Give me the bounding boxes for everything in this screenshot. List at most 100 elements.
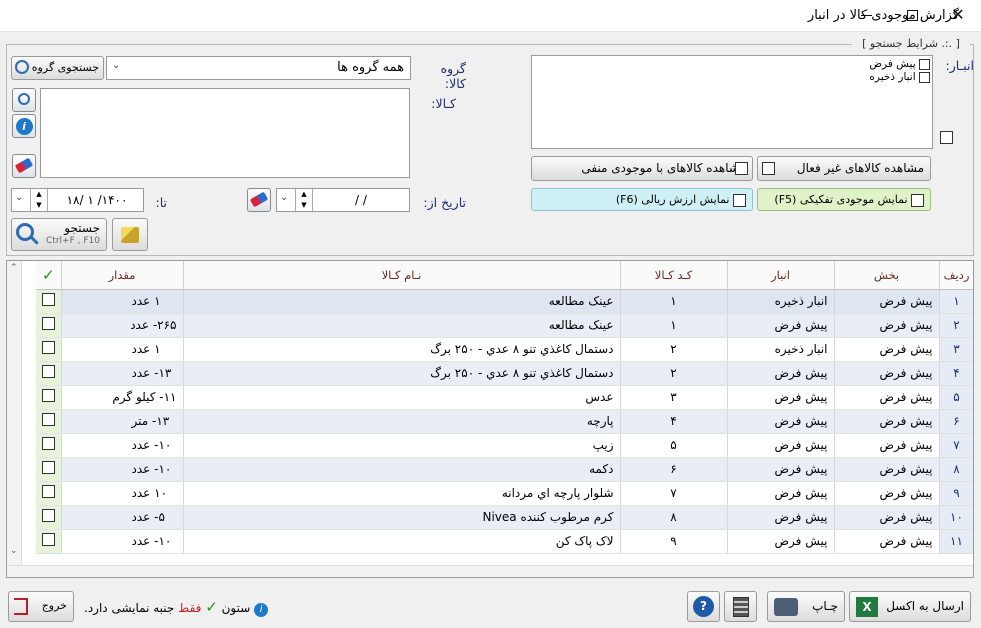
warehouse-item[interactable]: انبار ذخيره (869, 71, 930, 84)
separate-stock-checkbox[interactable] (911, 193, 924, 207)
table-row[interactable]: ۱۰- عدد لاک پاک کن ۹ پیش فرض پیش فرض ۱۱ (36, 529, 973, 554)
vertical-scrollbar[interactable]: ⌃ ⌄ (7, 261, 22, 577)
table-row[interactable]: ۱۱- کيلو گرم عدس ۳ پیش فرض پیش فرض ۵ (36, 385, 973, 410)
print-button[interactable]: چـاپ (767, 591, 845, 622)
cell-quantity: ۱۰- عدد (61, 529, 184, 554)
search-shortcut-label: Ctrl+F , F10 (46, 236, 100, 246)
row-check-box[interactable] (41, 317, 55, 330)
col-section[interactable]: بخش (834, 261, 940, 290)
row-check-box[interactable] (41, 365, 55, 378)
row-checkbox[interactable] (36, 361, 62, 386)
separate-stock-option[interactable]: نمایش موجودی تفکیکی (F5) (757, 188, 931, 211)
show-negative-checkbox[interactable] (735, 162, 748, 175)
row-checkbox[interactable] (36, 409, 62, 434)
exit-label: خروج (41, 599, 67, 612)
table-row[interactable]: ۲۶۵- عدد عينک مطالعه ۱ پیش فرض پیش فرض ۲ (36, 313, 973, 338)
calculator-button[interactable] (724, 591, 757, 622)
product-list[interactable] (40, 88, 410, 178)
row-check-box[interactable] (41, 293, 55, 306)
cell-name: پارچه (183, 409, 621, 434)
product-clear-button[interactable] (12, 154, 36, 178)
scroll-down-icon[interactable]: ⌄ (10, 546, 18, 556)
table-row[interactable]: ۱۳- عدد دستمال کاغذي تنو ۸ عدي - ۲۵۰ برگ ۲… (36, 361, 973, 386)
date-to-field[interactable]: ⌄ ▲ ▼ ۱۴۰۰/ ۱ /۱۸ (11, 188, 144, 212)
table-row[interactable]: ۱ عدد عينک مطالعه ۱ انبار ذخيره پیش فرض ۱ (36, 289, 973, 314)
col-warehouse[interactable]: انبار (727, 261, 835, 290)
cell-name: عدس (183, 385, 621, 410)
cell-section: پیش فرض (834, 505, 940, 530)
col-name[interactable]: نـام کـالا (183, 261, 621, 290)
col-check[interactable]: ✓ (36, 261, 62, 290)
col-code[interactable]: کـد کـالا (620, 261, 728, 290)
date-clear-button[interactable] (247, 188, 271, 212)
row-checkbox[interactable] (36, 529, 62, 554)
warehouse-item[interactable]: پیش فرض (869, 58, 930, 71)
help-button[interactable]: ? (687, 591, 720, 622)
row-check-box[interactable] (41, 437, 55, 450)
exit-button[interactable]: خروج (8, 591, 74, 622)
row-checkbox[interactable] (36, 313, 62, 338)
col-row[interactable]: رديف (939, 261, 973, 290)
clear-all-button[interactable] (112, 218, 148, 251)
date-from-field[interactable]: ⌄ ▲ ▼ / / (276, 188, 410, 212)
cell-section: پیش فرض (834, 529, 940, 554)
search-button[interactable]: جستجو Ctrl+F , F10 (11, 218, 107, 251)
cell-quantity: ۵- عدد (61, 505, 184, 530)
search-group-button[interactable]: جستجوی گروه (11, 56, 104, 80)
warehouse-checkbox[interactable] (919, 58, 930, 70)
row-checkbox[interactable] (36, 505, 62, 530)
footer-note-column: ستون (221, 601, 251, 615)
stock-grid[interactable]: ⌃ ⌄ ✓ مقدار نـام کـالا کـد کـالا انبار ب… (6, 260, 974, 578)
row-checkbox[interactable] (36, 433, 62, 458)
select-all-warehouses-checkbox[interactable] (940, 131, 953, 144)
table-row[interactable]: ۱ عدد دستمال کاغذي تنو ۸ عدي - ۲۵۰ برگ ۲ ان… (36, 337, 973, 362)
row-check-box[interactable] (41, 509, 55, 522)
product-group-select[interactable]: ⌄ همه گروه ها (106, 56, 411, 80)
row-check-box[interactable] (41, 485, 55, 498)
cell-name: زيپ (183, 433, 621, 458)
row-checkbox[interactable] (36, 289, 62, 314)
row-check-box[interactable] (41, 461, 55, 474)
show-inactive-checkbox[interactable] (762, 162, 775, 175)
show-inactive-option[interactable]: مشاهده کالاهای غیر فعال (757, 156, 931, 181)
row-check-box[interactable] (41, 533, 55, 546)
cell-quantity: ۱ عدد (61, 289, 184, 314)
row-checkbox[interactable] (36, 337, 62, 362)
cell-section: پیش فرض (834, 457, 940, 482)
product-search-button[interactable] (12, 88, 36, 112)
cell-name: کرم مرطوب کننده Nivea (183, 505, 621, 530)
table-row[interactable]: ۱۰- عدد دکمه ۶ پیش فرض پیش فرض ۸ (36, 457, 973, 482)
warehouse-checkbox[interactable] (919, 71, 930, 83)
send-to-excel-button[interactable]: ارسال به اکسل X (849, 591, 971, 622)
date-from-label: تاریخ از: (423, 195, 466, 210)
product-label: کـالا: (431, 96, 456, 111)
row-check-box[interactable] (41, 413, 55, 426)
table-row[interactable]: ۱۰- عدد زيپ ۵ پیش فرض پیش فرض ۷ (36, 433, 973, 458)
table-row[interactable]: ۱۳- متر پارچه ۴ پیش فرض پیش فرض ۶ (36, 409, 973, 434)
row-check-box[interactable] (41, 341, 55, 354)
row-checkbox[interactable] (36, 385, 62, 410)
rial-value-option[interactable]: نمایش ارزش ریالی (F6) (531, 188, 753, 211)
cell-name: عينک مطالعه (183, 289, 621, 314)
row-checkbox[interactable] (36, 457, 62, 482)
scroll-up-icon[interactable]: ⌃ (10, 263, 18, 273)
table-row[interactable]: ۱۰ عدد شلوار پارچه اي مردانه ۷ پیش فرض پیش ف… (36, 481, 973, 506)
date-from-spinner[interactable]: ▲ ▼ (295, 189, 313, 211)
horizontal-scrollbar[interactable] (7, 565, 973, 577)
col-quantity[interactable]: مقدار (61, 261, 184, 290)
cell-name: شلوار پارچه اي مردانه (183, 481, 621, 506)
broom-icon (121, 227, 139, 243)
cell-code: ۱ (620, 313, 728, 338)
cell-row-number: ۱۰ (939, 505, 973, 530)
rial-value-checkbox[interactable] (733, 193, 746, 207)
table-row[interactable]: ۵- عدد کرم مرطوب کننده Nivea ۸ پیش فرض پیش ف… (36, 505, 973, 530)
product-info-button[interactable]: i (12, 114, 36, 138)
row-checkbox[interactable] (36, 481, 62, 506)
date-to-label: تا: (155, 195, 168, 210)
cell-row-number: ۶ (939, 409, 973, 434)
show-negative-option[interactable]: مشاهده کالاهای با موجودی منفی (531, 156, 753, 181)
warehouse-list[interactable]: پیش فرض انبار ذخيره (531, 55, 933, 149)
date-to-spinner[interactable]: ▲ ▼ (30, 189, 48, 211)
cell-code: ۵ (620, 433, 728, 458)
row-check-box[interactable] (41, 389, 55, 402)
